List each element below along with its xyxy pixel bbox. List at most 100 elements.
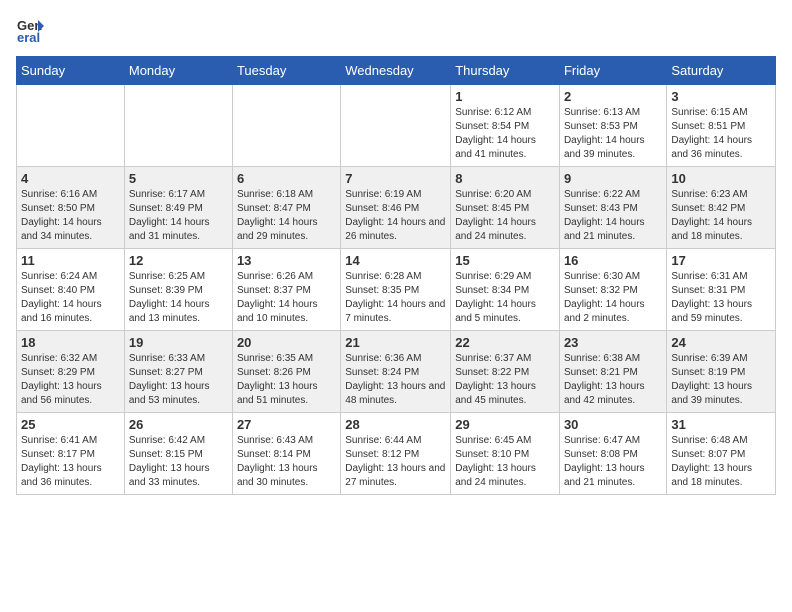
day-number: 28 [345, 417, 446, 432]
day-info: Sunrise: 6:35 AM Sunset: 8:26 PM Dayligh… [237, 352, 336, 408]
day-of-week-monday: Monday [124, 57, 232, 85]
calendar-cell: 20Sunrise: 6:35 AM Sunset: 8:26 PM Dayli… [232, 331, 340, 413]
calendar-cell: 5Sunrise: 6:17 AM Sunset: 8:49 PM Daylig… [124, 167, 232, 249]
day-info: Sunrise: 6:15 AM Sunset: 8:51 PM Dayligh… [671, 106, 771, 162]
calendar-header-row: SundayMondayTuesdayWednesdayThursdayFrid… [17, 57, 776, 85]
calendar-cell: 24Sunrise: 6:39 AM Sunset: 8:19 PM Dayli… [667, 331, 776, 413]
day-number: 26 [129, 417, 228, 432]
day-info: Sunrise: 6:19 AM Sunset: 8:46 PM Dayligh… [345, 188, 446, 244]
day-number: 13 [237, 253, 336, 268]
day-number: 29 [455, 417, 555, 432]
calendar-cell: 18 Sunrise: 6:32 AM Sunset: 8:29 PM Dayli… [17, 331, 125, 413]
calendar-cell [124, 85, 232, 167]
logo: Gen eral [16, 16, 48, 44]
calendar-cell: 4 Sunrise: 6:16 AM Sunset: 8:50 PM Daylig… [17, 167, 125, 249]
day-number: 21 [345, 335, 446, 350]
day-info: Sunrise: 6:39 AM Sunset: 8:19 PM Dayligh… [671, 352, 771, 408]
day-info: Sunrise: 6:29 AM Sunset: 8:34 PM Dayligh… [455, 270, 555, 326]
calendar-cell: 28 Sunrise: 6:44 AM Sunset: 8:12 PM Dayli… [341, 413, 451, 495]
day-number: 7 [345, 171, 446, 186]
day-number: 25 [21, 417, 120, 432]
day-number: 5 [129, 171, 228, 186]
day-number: 17 [671, 253, 771, 268]
day-number: 4 [21, 171, 120, 186]
day-number: 30 [564, 417, 662, 432]
calendar-cell: 17 Sunrise: 6:31 AM Sunset: 8:31 PM Dayli… [667, 249, 776, 331]
day-info: Sunrise: 6:41 AM Sunset: 8:17 PM Dayligh… [21, 434, 120, 490]
calendar-week-row: 1 Sunrise: 6:12 AM Sunset: 8:54 PM Daylig… [17, 85, 776, 167]
day-number: 12 [129, 253, 228, 268]
day-number: 16 [564, 253, 662, 268]
day-of-week-tuesday: Tuesday [232, 57, 340, 85]
calendar-cell: 19 Sunrise: 6:33 AM Sunset: 8:27 PM Dayli… [124, 331, 232, 413]
day-info: Sunrise: 6:43 AM Sunset: 8:14 PM Dayligh… [237, 434, 336, 490]
day-info: Sunrise: 6:13 AM Sunset: 8:53 PM Dayligh… [564, 106, 662, 162]
day-number: 9 [564, 171, 662, 186]
day-info: Sunrise: 6:36 AM Sunset: 8:24 PM Dayligh… [345, 352, 446, 408]
day-info: Sunrise: 6:20 AM Sunset: 8:45 PM Dayligh… [455, 188, 555, 244]
calendar-cell: 21 Sunrise: 6:36 AM Sunset: 8:24 PM Dayli… [341, 331, 451, 413]
day-info: Sunrise: 6:12 AM Sunset: 8:54 PM Dayligh… [455, 106, 555, 162]
day-info: Sunrise: 6:42 AM Sunset: 8:15 PM Dayligh… [129, 434, 228, 490]
day-of-week-sunday: Sunday [17, 57, 125, 85]
day-info: Sunrise: 6:44 AM Sunset: 8:12 PM Dayligh… [345, 434, 446, 490]
calendar-cell: 13 Sunrise: 6:26 AM Sunset: 8:37 PM Dayli… [232, 249, 340, 331]
day-number: 14 [345, 253, 446, 268]
calendar-week-row: 11 Sunrise: 6:24 AM Sunset: 8:40 PM Dayli… [17, 249, 776, 331]
day-info: Sunrise: 6:32 AM Sunset: 8:29 PM Dayligh… [21, 352, 120, 408]
day-info: Sunrise: 6:47 AM Sunset: 8:08 PM Dayligh… [564, 434, 662, 490]
header: Gen eral [16, 16, 776, 44]
day-of-week-friday: Friday [559, 57, 666, 85]
day-of-week-saturday: Saturday [667, 57, 776, 85]
calendar-week-row: 18 Sunrise: 6:32 AM Sunset: 8:29 PM Dayli… [17, 331, 776, 413]
calendar-cell: 22 Sunrise: 6:37 AM Sunset: 8:22 PM Dayli… [451, 331, 560, 413]
day-number: 10 [671, 171, 771, 186]
day-number: 8 [455, 171, 555, 186]
calendar-week-row: 4 Sunrise: 6:16 AM Sunset: 8:50 PM Daylig… [17, 167, 776, 249]
day-number: 3 [671, 89, 771, 104]
calendar-cell: 26 Sunrise: 6:42 AM Sunset: 8:15 PM Dayli… [124, 413, 232, 495]
calendar-cell: 14 Sunrise: 6:28 AM Sunset: 8:35 PM Dayli… [341, 249, 451, 331]
calendar-cell: 9Sunrise: 6:22 AM Sunset: 8:43 PM Daylig… [559, 167, 666, 249]
calendar-cell [17, 85, 125, 167]
logo-icon: Gen eral [16, 16, 44, 44]
calendar-cell: 11 Sunrise: 6:24 AM Sunset: 8:40 PM Dayli… [17, 249, 125, 331]
calendar-cell: 8 Sunrise: 6:20 AM Sunset: 8:45 PM Daylig… [451, 167, 560, 249]
day-info: Sunrise: 6:26 AM Sunset: 8:37 PM Dayligh… [237, 270, 336, 326]
calendar-week-row: 25 Sunrise: 6:41 AM Sunset: 8:17 PM Dayli… [17, 413, 776, 495]
day-number: 19 [129, 335, 228, 350]
day-info: Sunrise: 6:33 AM Sunset: 8:27 PM Dayligh… [129, 352, 228, 408]
day-info: Sunrise: 6:48 AM Sunset: 8:07 PM Dayligh… [671, 434, 771, 490]
day-number: 1 [455, 89, 555, 104]
day-number: 11 [21, 253, 120, 268]
calendar-cell: 3 Sunrise: 6:15 AM Sunset: 8:51 PM Daylig… [667, 85, 776, 167]
day-of-week-thursday: Thursday [451, 57, 560, 85]
svg-text:eral: eral [17, 30, 40, 44]
day-info: Sunrise: 6:45 AM Sunset: 8:10 PM Dayligh… [455, 434, 555, 490]
day-info: Sunrise: 6:16 AM Sunset: 8:50 PM Dayligh… [21, 188, 120, 244]
calendar-cell: 29 Sunrise: 6:45 AM Sunset: 8:10 PM Dayli… [451, 413, 560, 495]
day-number: 27 [237, 417, 336, 432]
calendar-cell: 10 Sunrise: 6:23 AM Sunset: 8:42 PM Dayli… [667, 167, 776, 249]
calendar-cell: 7 Sunrise: 6:19 AM Sunset: 8:46 PM Daylig… [341, 167, 451, 249]
calendar-cell: 1 Sunrise: 6:12 AM Sunset: 8:54 PM Daylig… [451, 85, 560, 167]
day-info: Sunrise: 6:24 AM Sunset: 8:40 PM Dayligh… [21, 270, 120, 326]
day-number: 15 [455, 253, 555, 268]
calendar-cell: 25 Sunrise: 6:41 AM Sunset: 8:17 PM Dayli… [17, 413, 125, 495]
calendar-cell: 30 Sunrise: 6:47 AM Sunset: 8:08 PM Dayli… [559, 413, 666, 495]
calendar-cell: 15 Sunrise: 6:29 AM Sunset: 8:34 PM Dayli… [451, 249, 560, 331]
calendar-cell [232, 85, 340, 167]
day-info: Sunrise: 6:18 AM Sunset: 8:47 PM Dayligh… [237, 188, 336, 244]
day-info: Sunrise: 6:37 AM Sunset: 8:22 PM Dayligh… [455, 352, 555, 408]
day-info: Sunrise: 6:30 AM Sunset: 8:32 PM Dayligh… [564, 270, 662, 326]
day-info: Sunrise: 6:23 AM Sunset: 8:42 PM Dayligh… [671, 188, 771, 244]
day-info: Sunrise: 6:31 AM Sunset: 8:31 PM Dayligh… [671, 270, 771, 326]
day-number: 22 [455, 335, 555, 350]
calendar-cell: 12Sunrise: 6:25 AM Sunset: 8:39 PM Dayli… [124, 249, 232, 331]
day-number: 18 [21, 335, 120, 350]
day-info: Sunrise: 6:28 AM Sunset: 8:35 PM Dayligh… [345, 270, 446, 326]
calendar-cell [341, 85, 451, 167]
calendar-cell: 6Sunrise: 6:18 AM Sunset: 8:47 PM Daylig… [232, 167, 340, 249]
calendar-cell: 2Sunrise: 6:13 AM Sunset: 8:53 PM Daylig… [559, 85, 666, 167]
day-number: 23 [564, 335, 662, 350]
